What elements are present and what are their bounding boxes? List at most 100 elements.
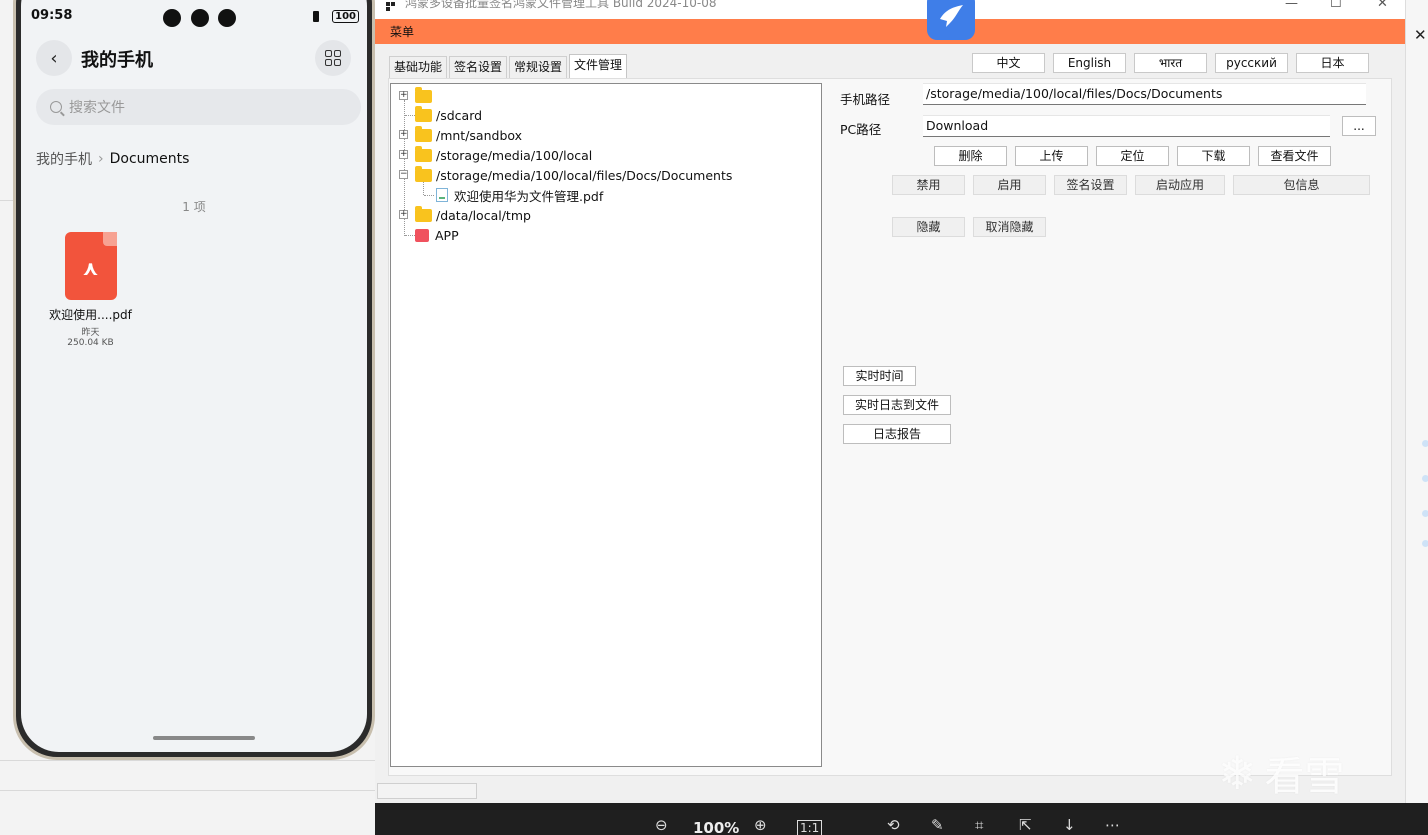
tree-node-label: /mnt/sandbox xyxy=(436,127,523,143)
camera-dot xyxy=(218,9,236,27)
lang-russian-button[interactable]: русский xyxy=(1215,53,1288,73)
expand-icon[interactable]: + xyxy=(399,91,408,100)
expand-icon[interactable]: + xyxy=(399,130,408,139)
menu-item[interactable]: 菜单 xyxy=(390,23,414,40)
zoom-out-icon[interactable]: ⊖ xyxy=(655,816,668,834)
zoom-in-icon[interactable]: ⊕ xyxy=(754,816,767,834)
watermark-text: 看雪 xyxy=(1264,754,1345,800)
lang-hindi-button[interactable]: भारत xyxy=(1134,53,1207,73)
actual-size-button[interactable]: 1:1 xyxy=(797,820,823,835)
chevron-left-icon: ‹ xyxy=(50,47,58,69)
file-date: 昨天 xyxy=(81,328,100,338)
file-item[interactable]: ⋏ 欢迎使用....pdf 昨天 250.04 KB xyxy=(43,232,138,348)
tree-node[interactable]: + xyxy=(399,86,436,106)
status-bar-segment xyxy=(377,783,477,799)
search-icon xyxy=(50,101,62,113)
lang-chinese-button[interactable]: 中文 xyxy=(972,53,1045,73)
app-menu-icon[interactable] xyxy=(386,2,396,12)
tree-node-label: 欢迎使用华为文件管理.pdf xyxy=(454,188,604,204)
enable-app-button[interactable]: 启用 xyxy=(973,175,1046,195)
tree-node[interactable]: 欢迎使用华为文件管理.pdf xyxy=(436,185,603,205)
launch-app-button[interactable]: 启动应用 xyxy=(1135,175,1225,195)
tree-node[interactable]: + /mnt/sandbox xyxy=(399,125,523,145)
snowflake-icon: ❄ xyxy=(1218,746,1257,800)
collapse-icon[interactable]: − xyxy=(399,170,408,179)
tree-node[interactable]: + /data/local/tmp xyxy=(399,205,531,225)
folder-icon xyxy=(415,105,432,122)
edit-icon[interactable]: ✎ xyxy=(931,816,944,834)
folder-icon xyxy=(415,125,432,142)
folder-icon xyxy=(415,205,432,222)
pc-path-label: PC路径 xyxy=(840,122,882,137)
app-window: 鸿蒙多设备批量签名鸿蒙文件管理工具 Build 2024-10-08 — ☐ ✕… xyxy=(375,0,1405,803)
close-icon[interactable]: ✕ xyxy=(1377,0,1388,11)
page-title: 我的手机 xyxy=(81,50,153,71)
download-icon[interactable]: ↓ xyxy=(1063,816,1076,834)
breadcrumb-root[interactable]: 我的手机 xyxy=(36,149,92,169)
folder-open-icon xyxy=(415,165,432,182)
tree-node-label: /storage/media/100/local/files/Docs/Docu… xyxy=(436,167,733,183)
tree-connector xyxy=(405,235,415,236)
chevron-right-icon: › xyxy=(98,151,104,167)
tree-node-label: /storage/media/100/local xyxy=(436,147,593,163)
file-tree[interactable]: + /sdcard + /mnt/sandbox + /storage/medi… xyxy=(390,83,822,767)
folder-icon xyxy=(415,86,432,103)
hide-button[interactable]: 隐藏 xyxy=(892,217,965,237)
tab-signing[interactable]: 签名设置 xyxy=(449,56,508,78)
text-recognition-icon[interactable]: ⌗ xyxy=(975,816,983,834)
lang-japanese-button[interactable]: 日本 xyxy=(1296,53,1369,73)
home-indicator[interactable] xyxy=(153,736,255,740)
tree-node-label: APP xyxy=(435,227,459,243)
disable-app-button[interactable]: 禁用 xyxy=(892,175,965,195)
file-name: 欢迎使用....pdf xyxy=(49,308,132,322)
back-button[interactable]: ‹ xyxy=(36,40,72,76)
breadcrumb: 我的手机 › Documents xyxy=(36,149,189,169)
watermark: ❄ 看雪 xyxy=(1218,738,1408,808)
tab-strip: 基础功能 签名设置 常规设置 文件管理 xyxy=(389,54,629,79)
view-file-button[interactable]: 查看文件 xyxy=(1258,146,1331,166)
browse-button[interactable]: ... xyxy=(1342,116,1376,136)
tree-node[interactable]: APP xyxy=(415,225,459,245)
tab-general[interactable]: 常规设置 xyxy=(509,56,568,78)
rotate-icon[interactable]: ⟲ xyxy=(887,816,900,834)
tree-node[interactable]: − /storage/media/100/local/files/Docs/Do… xyxy=(399,165,733,185)
window-title: 鸿蒙多设备批量签名鸿蒙文件管理工具 Build 2024-10-08 xyxy=(405,0,717,10)
more-icon[interactable]: ⋯ xyxy=(1105,816,1120,834)
breadcrumb-current: Documents xyxy=(109,151,190,167)
signal-icon xyxy=(313,11,319,22)
minimize-icon[interactable]: — xyxy=(1285,0,1298,11)
tree-connector xyxy=(424,195,434,196)
tab-basic[interactable]: 基础功能 xyxy=(389,56,448,78)
delete-button[interactable]: 删除 xyxy=(934,146,1007,166)
share-icon[interactable]: ⇱ xyxy=(1019,816,1032,834)
unhide-button[interactable]: 取消隐藏 xyxy=(973,217,1046,237)
pdf-file-icon: ⋏ xyxy=(64,232,117,300)
phone-status-bar: 09:58 100 xyxy=(21,8,367,30)
maximize-icon[interactable]: ☐ xyxy=(1330,0,1342,11)
pc-path-input[interactable]: Download xyxy=(923,115,1330,137)
close-icon[interactable]: ✕ xyxy=(1414,26,1427,44)
package-info-button[interactable]: 包信息 xyxy=(1233,175,1370,195)
phone-path-input[interactable]: /storage/media/100/local/files/Docs/Docu… xyxy=(923,83,1366,105)
log-report-button[interactable]: 日志报告 xyxy=(843,424,951,444)
locate-button[interactable]: 定位 xyxy=(1096,146,1169,166)
lang-english-button[interactable]: English xyxy=(1053,53,1126,73)
camera-dot xyxy=(191,9,209,27)
tab-file-management[interactable]: 文件管理 xyxy=(569,54,628,78)
upload-button[interactable]: 上传 xyxy=(1015,146,1088,166)
realtime-log-to-file-button[interactable]: 实时日志到文件 xyxy=(843,395,951,415)
realtime-clock-button[interactable]: 实时时间 xyxy=(843,366,916,386)
search-input[interactable]: 搜索文件 xyxy=(36,89,361,125)
grid-view-button[interactable] xyxy=(315,40,351,76)
expand-icon[interactable]: + xyxy=(399,150,408,159)
tree-node[interactable]: + /storage/media/100/local xyxy=(399,145,593,165)
search-placeholder: 搜索文件 xyxy=(69,100,125,116)
decor-dot xyxy=(1422,540,1428,547)
battery-icon: 100 xyxy=(332,10,359,23)
expand-icon[interactable]: + xyxy=(399,210,408,219)
desktop-background-right: ✕ xyxy=(1405,0,1428,835)
download-button[interactable]: 下载 xyxy=(1177,146,1250,166)
tree-node-label: /data/local/tmp xyxy=(436,207,531,223)
sign-settings-button[interactable]: 签名设置 xyxy=(1054,175,1127,195)
tree-node[interactable]: /sdcard xyxy=(415,105,482,125)
